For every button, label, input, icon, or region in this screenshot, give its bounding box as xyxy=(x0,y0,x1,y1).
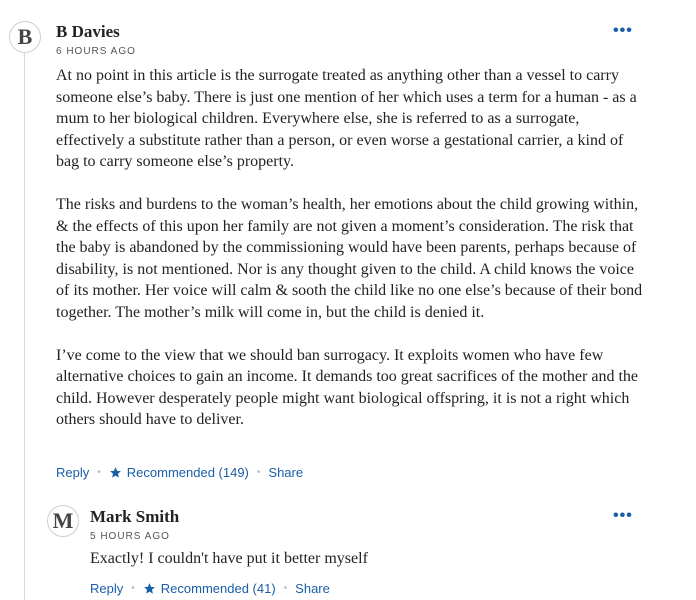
comment-actions: Reply • Recommended (41) • Share xyxy=(90,581,330,596)
comment-body: At no point in this article is the surro… xyxy=(56,65,646,431)
recommend-count-label: Recommended (41) xyxy=(160,581,276,596)
more-options-icon[interactable]: ••• xyxy=(613,507,633,525)
avatar[interactable]: M xyxy=(47,505,79,537)
reply-button[interactable]: Reply xyxy=(56,465,89,480)
recommend-button[interactable]: Recommended (149) xyxy=(109,465,249,480)
comment-timestamp: 6 HOURS AGO xyxy=(56,46,136,57)
comment-paragraph: Exactly! I couldn't have put it better m… xyxy=(90,550,368,567)
separator: • xyxy=(131,583,135,594)
separator: • xyxy=(97,467,101,478)
star-icon xyxy=(109,466,122,479)
more-options-icon[interactable]: ••• xyxy=(613,22,633,40)
thread-line xyxy=(24,48,25,600)
recommend-count-label: Recommended (149) xyxy=(126,465,249,480)
recommend-button[interactable]: Recommended (41) xyxy=(143,581,276,596)
comment-paragraph: I’ve come to the view that we should ban… xyxy=(56,346,638,429)
comment-author[interactable]: Mark Smith xyxy=(90,507,179,527)
comment-paragraph: At no point in this article is the surro… xyxy=(56,67,637,170)
reply-button[interactable]: Reply xyxy=(90,581,123,596)
separator: • xyxy=(256,467,261,478)
star-icon xyxy=(143,582,156,595)
comment-paragraph: The risks and burdens to the woman’s hea… xyxy=(56,196,643,321)
comment-body: Exactly! I couldn't have put it better m… xyxy=(90,548,646,570)
share-button[interactable]: Share xyxy=(268,465,303,480)
comment-timestamp: 5 HOURS AGO xyxy=(90,531,170,542)
comment-actions: Reply • Recommended (149) • Share xyxy=(56,465,303,480)
share-button[interactable]: Share xyxy=(295,581,330,596)
separator: • xyxy=(283,583,288,594)
comment-author[interactable]: B Davies xyxy=(56,22,120,42)
avatar[interactable]: B xyxy=(9,21,41,53)
